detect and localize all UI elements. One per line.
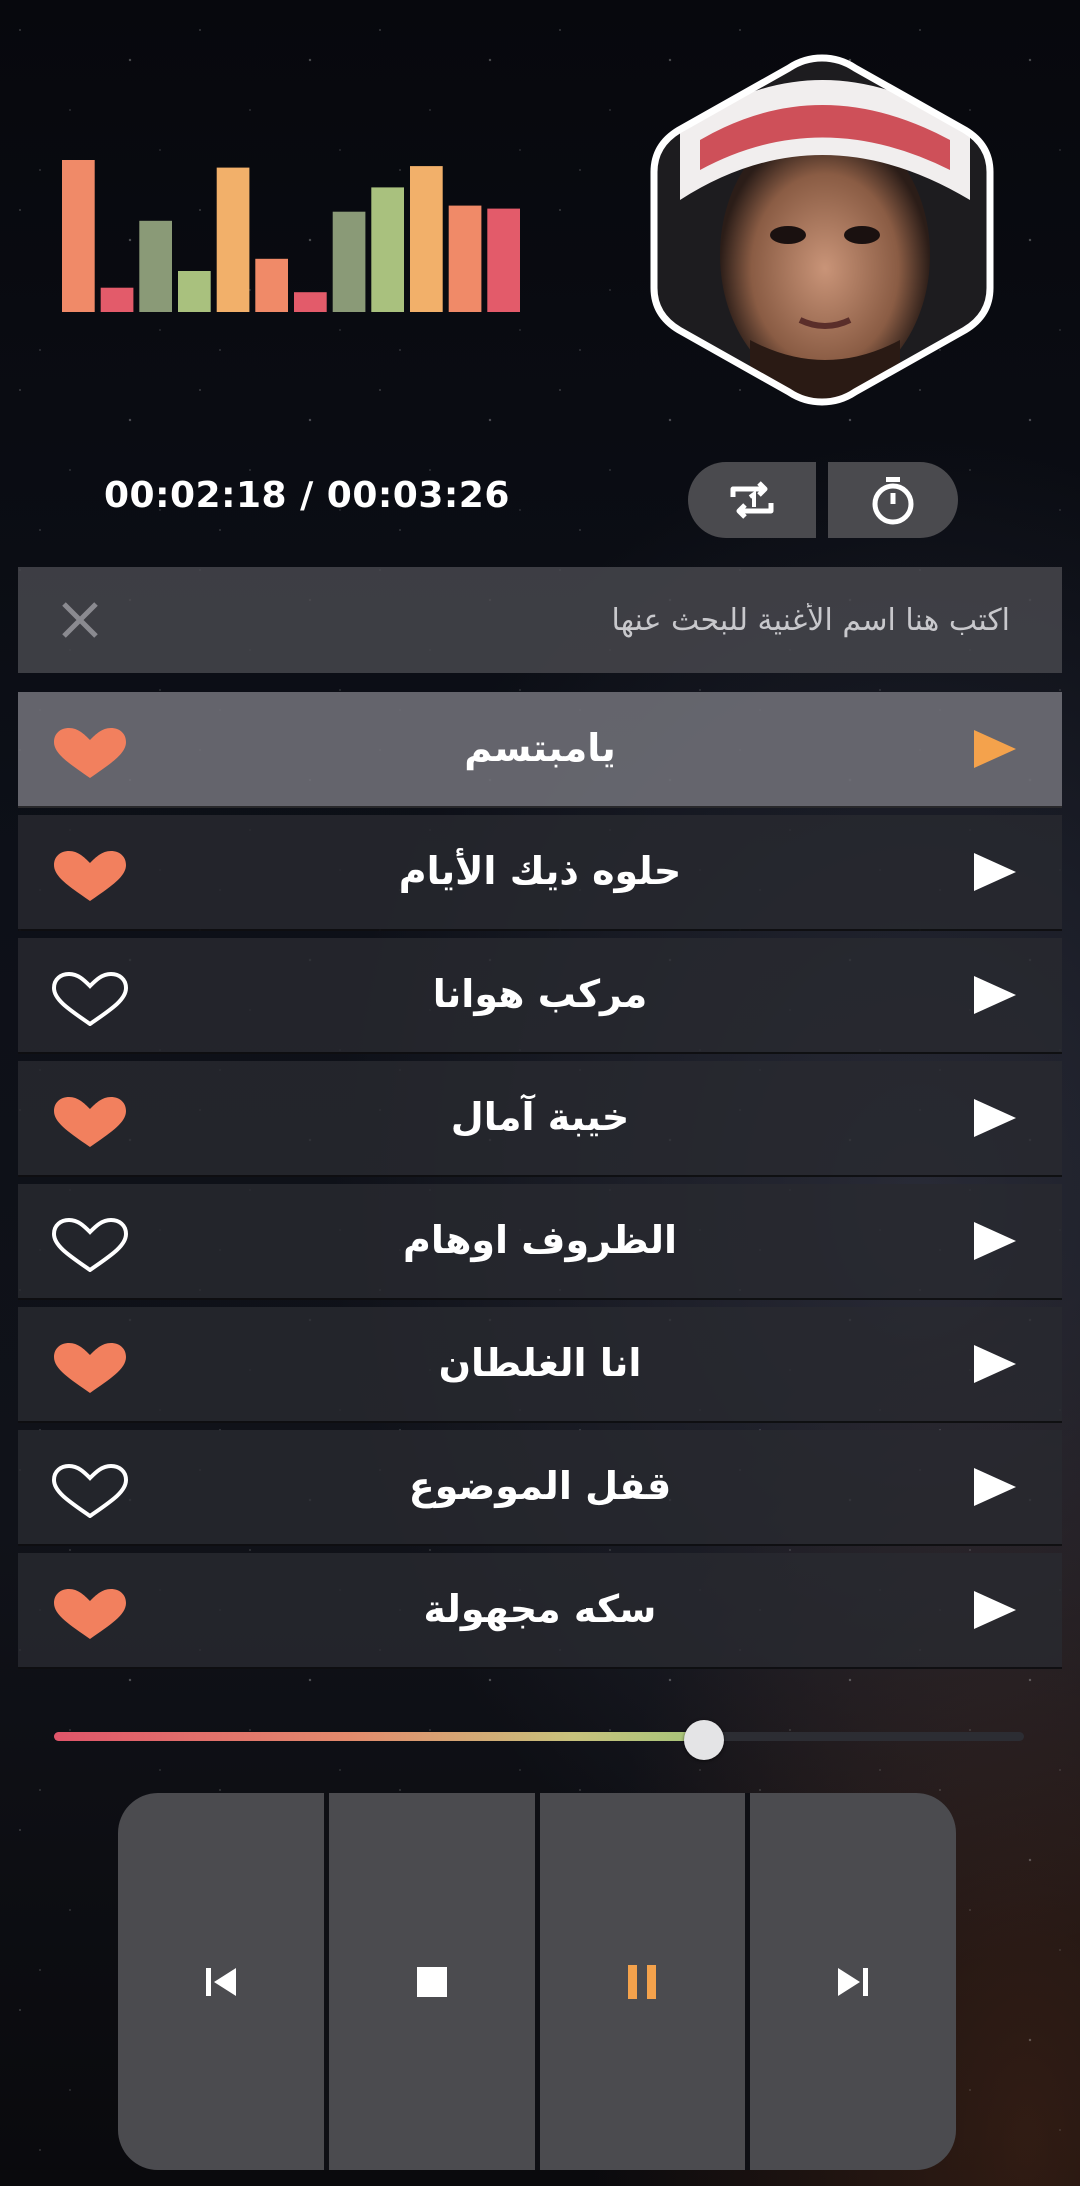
- heart-filled-icon: [54, 1589, 126, 1639]
- favorite-toggle[interactable]: [50, 1218, 130, 1272]
- song-row[interactable]: حلوه ذيك الأيام: [18, 815, 1062, 931]
- song-play-button[interactable]: [972, 972, 1018, 1018]
- song-title: الظروف اوهام: [402, 1218, 678, 1262]
- equalizer-bar: [487, 208, 520, 312]
- repeat-one-icon: [730, 481, 774, 519]
- equalizer-bar: [139, 220, 172, 312]
- song-row[interactable]: مركب هوانا: [18, 938, 1062, 1054]
- stop-icon: [416, 1966, 447, 1997]
- song-row[interactable]: خيبة آمال: [18, 1061, 1062, 1177]
- playback-controls: [118, 1793, 956, 2170]
- heart-outline-icon: [51, 1218, 129, 1272]
- equalizer-bar: [216, 167, 250, 312]
- close-icon: [62, 602, 98, 638]
- song-row[interactable]: يامبتسم: [18, 692, 1062, 808]
- timer-icon: [872, 477, 914, 525]
- song-title: مركب هوانا: [432, 972, 648, 1016]
- pause-icon: [628, 1964, 657, 1999]
- song-title: خيبة آمال: [450, 1095, 630, 1139]
- song-row[interactable]: الظروف اوهام: [18, 1184, 1062, 1300]
- heart-outline-icon: [51, 1464, 129, 1518]
- song-title: سكه مجهولة: [423, 1587, 657, 1631]
- song-play-button[interactable]: [972, 849, 1018, 895]
- favorite-toggle[interactable]: [50, 1464, 130, 1518]
- equalizer-visualizer: [62, 160, 520, 312]
- search-input[interactable]: [102, 601, 1012, 639]
- heart-outline-icon: [51, 972, 129, 1026]
- favorite-toggle[interactable]: [50, 1095, 130, 1149]
- play-icon: [974, 1099, 1016, 1137]
- song-title: قفل الموضوع: [408, 1464, 672, 1508]
- song-row[interactable]: سكه مجهولة: [18, 1553, 1062, 1669]
- play-icon: [974, 730, 1016, 768]
- song-play-button[interactable]: [972, 1095, 1018, 1141]
- seek-thumb[interactable]: [683, 1720, 724, 1760]
- song-play-button[interactable]: [972, 1218, 1018, 1264]
- play-icon: [974, 1591, 1016, 1629]
- sleep-timer-button[interactable]: [828, 462, 958, 538]
- favorite-toggle[interactable]: [50, 972, 130, 1026]
- artist-avatar: [640, 50, 1004, 410]
- play-icon: [974, 1468, 1016, 1506]
- song-title: انا الغلطان: [438, 1341, 642, 1385]
- previous-icon: [205, 1967, 236, 1996]
- equalizer-bar: [448, 205, 482, 312]
- song-list: يامبتسم حلوه ذيك الأيام مركب هوانا خيبة آما…: [18, 692, 1062, 1676]
- repeat-one-button[interactable]: [688, 462, 816, 538]
- song-title: يامبتسم: [464, 726, 616, 770]
- heart-filled-icon: [54, 851, 126, 901]
- equalizer-bar: [294, 292, 327, 312]
- heart-filled-icon: [54, 1343, 126, 1393]
- next-button[interactable]: [745, 1793, 956, 2170]
- heart-filled-icon: [54, 1097, 126, 1147]
- song-play-button[interactable]: [972, 726, 1018, 772]
- clear-search-button[interactable]: [58, 598, 102, 642]
- seek-fill: [54, 1732, 704, 1741]
- song-play-button[interactable]: [972, 1464, 1018, 1510]
- song-title: حلوه ذيك الأيام: [398, 849, 682, 893]
- next-icon: [838, 1967, 869, 1996]
- seek-bar[interactable]: [54, 1720, 1024, 1760]
- heart-filled-icon: [54, 728, 126, 778]
- song-row[interactable]: قفل الموضوع: [18, 1430, 1062, 1546]
- equalizer-bar: [100, 287, 134, 312]
- play-icon: [974, 1345, 1016, 1383]
- play-icon: [974, 1222, 1016, 1260]
- equalizer-bar: [332, 211, 366, 312]
- song-play-button[interactable]: [972, 1341, 1018, 1387]
- playback-time: 00:02:18 / 00:03:26: [104, 475, 510, 516]
- search-bar: [18, 567, 1062, 673]
- equalizer-bar: [62, 160, 95, 312]
- equalizer-bar: [178, 271, 211, 312]
- pause-button[interactable]: [534, 1793, 746, 2170]
- stop-button[interactable]: [323, 1793, 535, 2170]
- previous-button[interactable]: [118, 1793, 324, 2170]
- favorite-toggle[interactable]: [50, 726, 130, 780]
- song-row[interactable]: انا الغلطان: [18, 1307, 1062, 1423]
- equalizer-bar: [410, 166, 443, 312]
- favorite-toggle[interactable]: [50, 849, 130, 903]
- equalizer-bar: [371, 187, 404, 312]
- play-icon: [974, 853, 1016, 891]
- song-play-button[interactable]: [972, 1587, 1018, 1633]
- play-icon: [974, 976, 1016, 1014]
- favorite-toggle[interactable]: [50, 1587, 130, 1641]
- favorite-toggle[interactable]: [50, 1341, 130, 1395]
- equalizer-bar: [255, 258, 288, 312]
